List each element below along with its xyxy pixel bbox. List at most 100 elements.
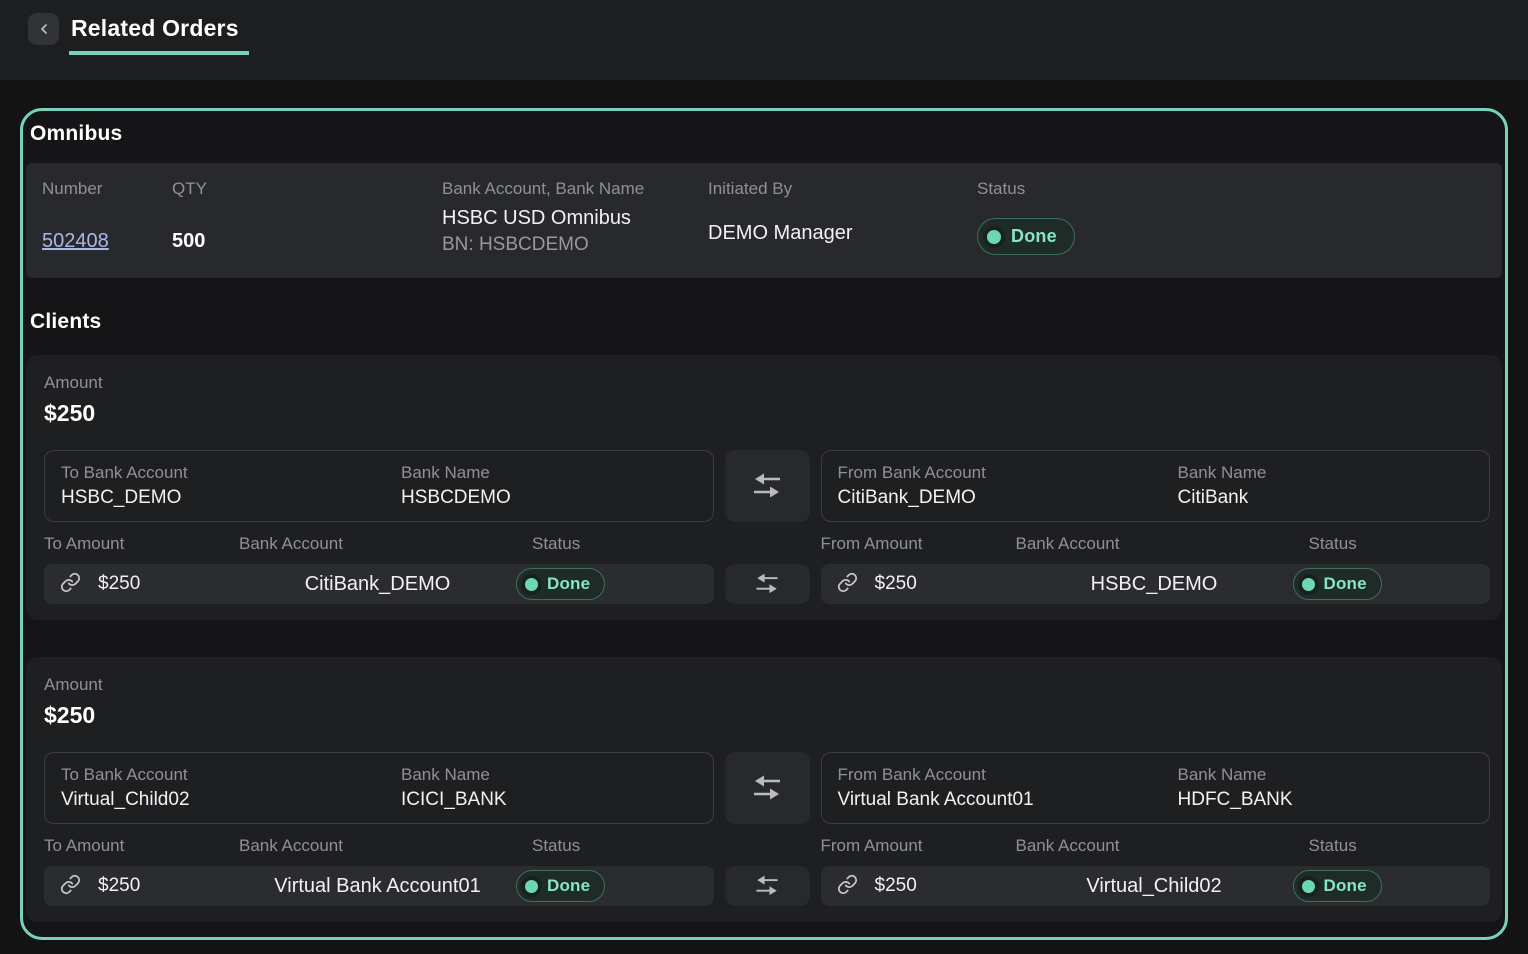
swap-direction-button[interactable] <box>725 866 810 906</box>
bank-name-label: Bank Name <box>1178 463 1474 482</box>
to-bank-account-cell: Virtual Bank Account01 <box>239 875 516 898</box>
from-amount-header: From Amount <box>821 534 1016 553</box>
swap-arrows-icon <box>754 570 780 599</box>
omnibus-bank-account-value: HSBC USD Omnibus <box>442 204 708 232</box>
client-order-card: Amount $250 To Bank Account HSBC_DEMO Ba… <box>26 355 1502 620</box>
status-header: Status <box>1309 534 1491 553</box>
status-dot <box>987 230 1001 244</box>
amount-value: $250 <box>44 702 1490 729</box>
linked-order-button[interactable] <box>60 572 81 596</box>
to-leg-row: $250 CitiBank_DEMO Done <box>44 564 714 604</box>
linked-order-button[interactable] <box>837 874 858 898</box>
to-bank-account-value: Virtual_Child02 <box>61 789 401 811</box>
from-amount-header: From Amount <box>821 836 1016 855</box>
status-header: Status <box>532 836 714 855</box>
from-leg-row: $250 HSBC_DEMO Done <box>821 564 1491 604</box>
omnibus-section-title: Omnibus <box>30 122 1502 146</box>
from-amount-value: $250 <box>875 573 917 595</box>
link-icon <box>60 874 81 898</box>
status-badge-label: Done <box>1324 876 1367 896</box>
status-badge-label: Done <box>1011 226 1057 247</box>
omnibus-status-badge: Done <box>977 218 1075 255</box>
from-bank-account-cell: Virtual_Child02 <box>1016 875 1293 898</box>
to-amount-header: To Amount <box>44 836 239 855</box>
bank-account-header: Bank Account <box>239 534 532 553</box>
from-status-badge: Done <box>1293 568 1382 600</box>
to-bank-account-box: To Bank Account HSBC_DEMO Bank Name HSBC… <box>44 450 714 522</box>
linked-order-button[interactable] <box>60 874 81 898</box>
status-dot <box>1302 880 1315 893</box>
from-status-badge: Done <box>1293 870 1382 902</box>
swap-direction-button[interactable] <box>725 450 810 522</box>
to-bank-account-label: To Bank Account <box>61 463 401 482</box>
related-orders-panel: Omnibus Number 502408 QTY 500 Bank Accou… <box>20 108 1508 940</box>
omnibus-initiated-by-label: Initiated By <box>708 179 977 198</box>
clients-section-title: Clients <box>30 310 1502 334</box>
status-dot <box>1302 578 1315 591</box>
title-underline: Related Orders <box>69 13 249 55</box>
omnibus-qty-label: QTY <box>172 179 442 198</box>
to-bank-account-cell: CitiBank_DEMO <box>239 573 516 596</box>
omnibus-summary-panel: Number 502408 QTY 500 Bank Account, Bank… <box>26 163 1502 278</box>
swap-direction-button[interactable] <box>725 752 810 824</box>
to-amount-value: $250 <box>98 573 140 595</box>
from-bank-account-cell: HSBC_DEMO <box>1016 573 1293 596</box>
swap-arrows-icon <box>754 872 780 901</box>
client-order-card: Amount $250 To Bank Account Virtual_Chil… <box>26 657 1502 922</box>
swap-arrows-icon <box>753 771 781 806</box>
status-badge-label: Done <box>1324 574 1367 594</box>
bank-account-header: Bank Account <box>1016 836 1309 855</box>
omnibus-status-label: Status <box>977 179 1486 198</box>
top-bar: Related Orders <box>0 0 1528 80</box>
to-bank-account-box: To Bank Account Virtual_Child02 Bank Nam… <box>44 752 714 824</box>
from-bank-account-box: From Bank Account Virtual Bank Account01… <box>821 752 1491 824</box>
omnibus-bank-label: Bank Account, Bank Name <box>442 179 708 198</box>
to-status-badge: Done <box>516 870 605 902</box>
status-dot <box>525 578 538 591</box>
linked-order-button[interactable] <box>837 572 858 596</box>
bank-name-value: HDFC_BANK <box>1178 789 1474 811</box>
page-title: Related Orders <box>71 13 239 43</box>
to-amount-value: $250 <box>98 875 140 897</box>
bank-name-label: Bank Name <box>401 765 697 784</box>
swap-arrows-icon <box>753 469 781 504</box>
amount-value: $250 <box>44 400 1490 427</box>
back-button[interactable] <box>28 13 59 45</box>
bank-name-label: Bank Name <box>1178 765 1474 784</box>
bank-name-value: HSBCDEMO <box>401 487 697 509</box>
omnibus-initiated-by-value: DEMO Manager <box>708 222 977 245</box>
from-bank-account-label: From Bank Account <box>838 463 1178 482</box>
to-amount-header: To Amount <box>44 534 239 553</box>
status-dot <box>525 880 538 893</box>
from-leg-row: $250 Virtual_Child02 Done <box>821 866 1491 906</box>
chevron-left-icon <box>36 21 52 37</box>
to-status-badge: Done <box>516 568 605 600</box>
bank-name-value: ICICI_BANK <box>401 789 697 811</box>
amount-label: Amount <box>44 373 1490 393</box>
from-bank-account-value: Virtual Bank Account01 <box>838 789 1178 811</box>
status-badge-label: Done <box>547 876 590 896</box>
bank-name-label: Bank Name <box>401 463 697 482</box>
omnibus-number-label: Number <box>42 179 172 198</box>
from-bank-account-value: CitiBank_DEMO <box>838 487 1178 509</box>
bank-account-header: Bank Account <box>239 836 532 855</box>
omnibus-number-link[interactable]: 502408 <box>42 230 109 253</box>
bank-account-header: Bank Account <box>1016 534 1309 553</box>
omnibus-bank-name-value: BN: HSBCDEMO <box>442 232 708 258</box>
link-icon <box>837 572 858 596</box>
from-amount-value: $250 <box>875 875 917 897</box>
to-bank-account-label: To Bank Account <box>61 765 401 784</box>
omnibus-qty-value: 500 <box>172 230 442 253</box>
status-badge-label: Done <box>547 574 590 594</box>
link-icon <box>60 572 81 596</box>
amount-label: Amount <box>44 675 1490 695</box>
bank-name-value: CitiBank <box>1178 487 1474 509</box>
from-bank-account-box: From Bank Account CitiBank_DEMO Bank Nam… <box>821 450 1491 522</box>
link-icon <box>837 874 858 898</box>
to-bank-account-value: HSBC_DEMO <box>61 487 401 509</box>
status-header: Status <box>1309 836 1491 855</box>
to-leg-row: $250 Virtual Bank Account01 Done <box>44 866 714 906</box>
swap-direction-button[interactable] <box>725 564 810 604</box>
from-bank-account-label: From Bank Account <box>838 765 1178 784</box>
status-header: Status <box>532 534 714 553</box>
